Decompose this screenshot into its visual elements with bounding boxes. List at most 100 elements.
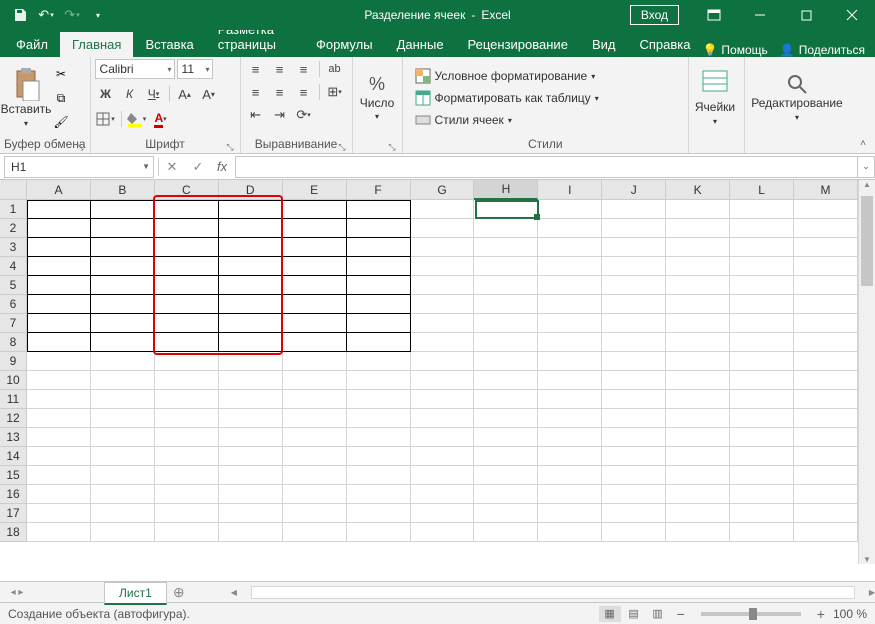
enter-icon[interactable]: ✓ — [185, 156, 211, 178]
borders-icon[interactable]: ▾ — [95, 109, 117, 129]
row-header[interactable]: 17 — [0, 504, 27, 523]
normal-view-icon[interactable]: ▦ — [599, 606, 621, 622]
add-sheet-icon[interactable]: ⊕ — [167, 584, 191, 601]
fx-icon[interactable]: fx — [211, 159, 233, 174]
row-header[interactable]: 3 — [0, 238, 27, 257]
row-header[interactable]: 2 — [0, 219, 27, 238]
row-header[interactable]: 9 — [0, 352, 27, 371]
editing-button[interactable]: Редактирование▾ — [749, 59, 845, 137]
column-header[interactable]: K — [666, 180, 730, 200]
dialog-launcher-icon[interactable]: ⤡ — [226, 142, 233, 153]
tab-help[interactable]: Справка — [627, 32, 702, 57]
column-header[interactable]: H — [474, 180, 538, 200]
decrease-indent-icon[interactable]: ⇤ — [245, 105, 267, 125]
font-name-combo[interactable]: Calibri▾ — [95, 59, 175, 79]
formula-input[interactable] — [235, 156, 857, 178]
close-icon[interactable] — [829, 0, 875, 30]
select-all-corner[interactable] — [0, 180, 27, 200]
column-header[interactable]: I — [538, 180, 602, 200]
row-header[interactable]: 12 — [0, 409, 27, 428]
page-break-view-icon[interactable]: ▥ — [647, 606, 669, 622]
tab-review[interactable]: Рецензирование — [456, 32, 580, 57]
column-header[interactable]: F — [347, 180, 411, 200]
format-painter-icon[interactable]: 🖌 — [50, 112, 72, 132]
page-layout-view-icon[interactable]: ▤ — [623, 606, 645, 622]
bold-button[interactable]: Ж — [95, 84, 117, 104]
zoom-slider[interactable] — [701, 612, 801, 616]
merge-icon[interactable]: ⊞▾ — [324, 82, 346, 102]
tab-data[interactable]: Данные — [385, 32, 456, 57]
underline-button[interactable]: Ч▾ — [143, 84, 165, 104]
grow-font-icon[interactable]: A▴ — [174, 84, 196, 104]
tab-formulas[interactable]: Формулы — [304, 32, 385, 57]
login-button[interactable]: Вход — [630, 5, 679, 25]
collapse-ribbon-icon[interactable]: ˄ — [860, 138, 866, 149]
column-header[interactable]: A — [27, 180, 91, 200]
expand-formula-icon[interactable]: ⌄ — [857, 156, 875, 178]
column-header[interactable]: M — [794, 180, 858, 200]
row-header[interactable]: 11 — [0, 390, 27, 409]
redo-icon[interactable]: ↷▾ — [60, 3, 84, 27]
row-header[interactable]: 1 — [0, 200, 27, 219]
wrap-text-icon[interactable]: ab — [324, 59, 346, 79]
share-button[interactable]: 👤Поделиться — [780, 43, 865, 57]
qat-customize-icon[interactable]: ▾ — [86, 3, 110, 27]
align-center-icon[interactable]: ≡ — [269, 82, 291, 102]
align-right-icon[interactable]: ≡ — [293, 82, 315, 102]
italic-button[interactable]: К — [119, 84, 141, 104]
column-header[interactable]: D — [219, 180, 283, 200]
undo-icon[interactable]: ↶▾ — [34, 3, 58, 27]
paste-button[interactable]: Вставить▾ — [4, 59, 48, 137]
tab-insert[interactable]: Вставка — [133, 32, 205, 57]
row-header[interactable]: 7 — [0, 314, 27, 333]
row-header[interactable]: 15 — [0, 466, 27, 485]
align-middle-icon[interactable]: ≡ — [269, 59, 291, 79]
fill-color-icon[interactable]: ▾ — [126, 109, 148, 129]
save-icon[interactable] — [8, 3, 32, 27]
sheet-nav[interactable]: ◂ ▸ — [0, 587, 34, 598]
zoom-out-icon[interactable]: − — [677, 606, 685, 622]
increase-indent-icon[interactable]: ⇥ — [269, 105, 291, 125]
name-box[interactable]: H1▼ — [4, 156, 154, 178]
row-header[interactable]: 4 — [0, 257, 27, 276]
copy-icon[interactable]: ⧉ — [50, 88, 72, 108]
dialog-launcher-icon[interactable]: ⤡ — [76, 142, 83, 153]
column-header[interactable]: E — [283, 180, 347, 200]
row-header[interactable]: 14 — [0, 447, 27, 466]
column-header[interactable]: J — [602, 180, 666, 200]
zoom-level[interactable]: 100 % — [833, 607, 867, 621]
cell-styles-button[interactable]: Стили ячеек▾ — [411, 110, 684, 130]
number-format-button[interactable]: % Число▾ — [357, 59, 398, 137]
orientation-icon[interactable]: ⟳▾ — [293, 105, 315, 125]
shrink-font-icon[interactable]: A▾ — [198, 84, 220, 104]
zoom-in-icon[interactable]: + — [817, 606, 825, 622]
cells-grid[interactable] — [27, 200, 858, 564]
dialog-launcher-icon[interactable]: ⤡ — [338, 142, 345, 153]
cut-icon[interactable]: ✂ — [50, 64, 72, 84]
column-header[interactable]: B — [91, 180, 155, 200]
font-size-combo[interactable]: 11▾ — [177, 59, 213, 79]
align-left-icon[interactable]: ≡ — [245, 82, 267, 102]
horizontal-scrollbar[interactable]: ◀▶ — [231, 586, 875, 599]
row-header[interactable]: 13 — [0, 428, 27, 447]
align-top-icon[interactable]: ≡ — [245, 59, 267, 79]
cancel-icon[interactable]: ✕ — [159, 156, 185, 178]
maximize-icon[interactable] — [783, 0, 829, 30]
row-header[interactable]: 6 — [0, 295, 27, 314]
row-header[interactable]: 8 — [0, 333, 27, 352]
vertical-scrollbar[interactable]: ▲▼ — [858, 180, 875, 564]
ribbon-display-icon[interactable] — [691, 0, 737, 30]
minimize-icon[interactable] — [737, 0, 783, 30]
dialog-launcher-icon[interactable]: ⤡ — [388, 142, 395, 153]
tell-me-button[interactable]: 💡Помощь — [702, 43, 767, 57]
tab-file[interactable]: Файл — [4, 32, 60, 57]
row-header[interactable]: 16 — [0, 485, 27, 504]
conditional-formatting-button[interactable]: Условное форматирование▾ — [411, 66, 684, 86]
align-bottom-icon[interactable]: ≡ — [293, 59, 315, 79]
format-as-table-button[interactable]: Форматировать как таблицу▾ — [411, 88, 684, 108]
tab-home[interactable]: Главная — [60, 32, 133, 57]
column-header[interactable]: L — [730, 180, 794, 200]
font-color-icon[interactable]: А▾ — [150, 109, 172, 129]
row-header[interactable]: 18 — [0, 523, 27, 542]
row-header[interactable]: 10 — [0, 371, 27, 390]
